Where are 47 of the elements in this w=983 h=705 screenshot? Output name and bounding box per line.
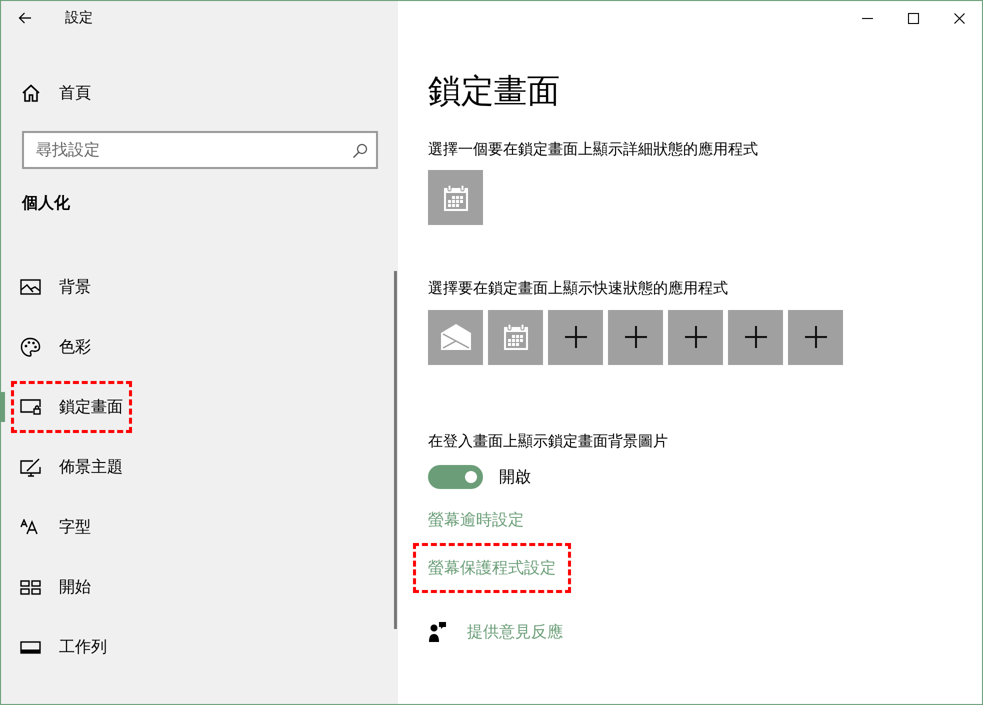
calendar-icon xyxy=(502,323,528,352)
app-tile[interactable] xyxy=(428,170,483,226)
app-tile[interactable] xyxy=(428,310,483,365)
sidebar-item[interactable]: 佈景主題 xyxy=(1,444,129,490)
scrollbar[interactable] xyxy=(394,271,397,629)
calendar-icon xyxy=(442,184,468,212)
feedback-icon xyxy=(429,622,446,642)
taskbar-icon xyxy=(20,640,41,654)
app-tile[interactable] xyxy=(788,310,843,365)
add-icon xyxy=(624,326,646,348)
sidebar-item[interactable]: 色彩 xyxy=(1,324,97,370)
back-arrow-icon xyxy=(18,12,32,24)
picture-frame-icon xyxy=(20,279,41,295)
section-heading: 個人化 xyxy=(22,192,71,214)
sidebar-item[interactable]: 字型 xyxy=(1,504,97,550)
search-field[interactable]: 尋找設定 xyxy=(22,131,378,169)
app-tile[interactable] xyxy=(608,310,663,365)
section-label: 選擇要在鎖定畫面上顯示快速狀態的應用程式 xyxy=(428,278,729,300)
monitor-brush-icon xyxy=(20,458,41,476)
app-tile[interactable] xyxy=(548,310,603,365)
app-tile[interactable] xyxy=(668,310,723,365)
tiles-icon xyxy=(20,580,41,594)
sidebar-item[interactable]: 背景 xyxy=(1,264,97,310)
add-icon xyxy=(744,326,766,348)
add-icon xyxy=(564,326,586,348)
window-title: 設定 xyxy=(65,8,93,28)
toggle-state-label: 開啟 xyxy=(499,466,531,488)
home-nav-item[interactable]: 首頁 xyxy=(1,73,398,113)
screen-lock-icon xyxy=(20,399,41,415)
sidebar-item[interactable]: 工作列 xyxy=(1,624,113,670)
home-icon xyxy=(21,84,41,102)
search-input[interactable]: 尋找設定 xyxy=(34,137,352,163)
add-icon xyxy=(684,326,706,348)
maximize-icon xyxy=(908,12,918,24)
app-tile[interactable] xyxy=(488,310,543,365)
setting-label: 在登入畫面上顯示鎖定畫面背景圖片 xyxy=(428,430,669,452)
sidebar-item[interactable]: 鎖定畫面 xyxy=(14,384,129,430)
search-icon xyxy=(352,142,368,159)
page-title: 鎖定畫面 xyxy=(428,71,561,111)
close-icon xyxy=(954,12,964,24)
palette-icon xyxy=(20,336,41,358)
section-label: 選擇一個要在鎖定畫面上顯示詳細狀態的應用程式 xyxy=(428,138,759,160)
app-tile[interactable] xyxy=(728,310,783,365)
sidebar-item[interactable]: 開始 xyxy=(1,564,97,610)
toggle-switch[interactable] xyxy=(428,465,483,490)
add-icon xyxy=(804,326,826,348)
envelope-icon xyxy=(440,323,472,352)
